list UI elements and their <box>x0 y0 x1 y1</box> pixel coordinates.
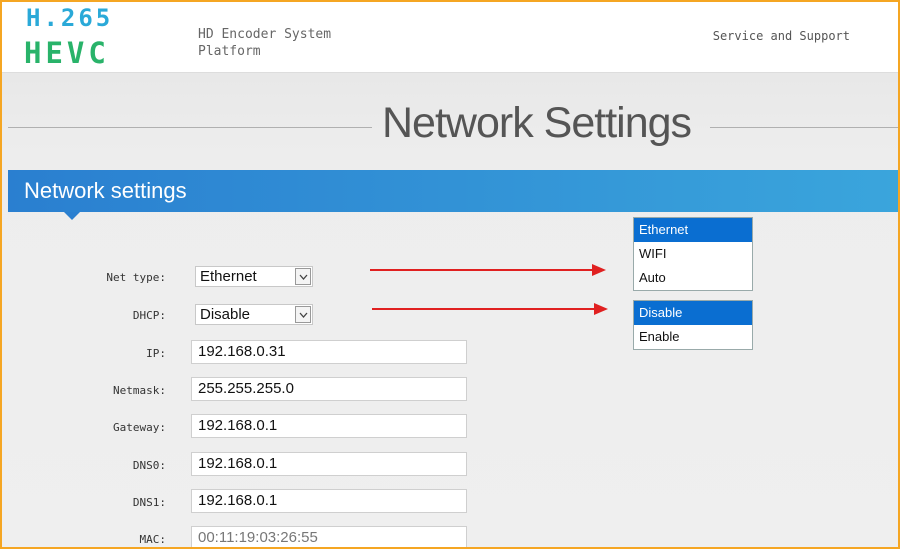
net-type-label: Net type: <box>106 271 166 284</box>
dns0-input[interactable]: 192.168.0.1 <box>191 452 467 476</box>
netmask-label: Netmask: <box>113 384 166 397</box>
platform-title: HD Encoder System Platform <box>198 27 332 59</box>
section-title: Network settings <box>24 178 187 203</box>
option-wifi[interactable]: WIFI <box>634 242 752 266</box>
red-arrow-icon <box>372 303 608 315</box>
option-enable[interactable]: Enable <box>634 325 752 349</box>
dhcp-label: DHCP: <box>132 309 166 322</box>
chevron-down-icon[interactable] <box>295 268 311 285</box>
logo-h265: H.265 <box>26 4 114 32</box>
logo-hevc: HEVC <box>24 36 110 70</box>
dns1-input[interactable]: 192.168.0.1 <box>191 489 467 513</box>
ip-label: IP: <box>146 347 166 360</box>
netmask-input[interactable]: 255.255.255.0 <box>191 377 467 401</box>
net-type-options-list: Ethernet WIFI Auto <box>633 217 753 291</box>
section-notch <box>64 212 80 220</box>
dns0-label: DNS0: <box>132 459 166 472</box>
gateway-label: Gateway: <box>113 421 166 434</box>
dhcp-options-list: Disable Enable <box>633 300 753 350</box>
title-divider-right <box>710 127 898 128</box>
main-content: Network Settings Network settings Net ty… <box>2 73 898 547</box>
section-header: Network settings <box>8 170 898 220</box>
dns1-label: DNS1: <box>132 496 166 509</box>
ip-input[interactable]: 192.168.0.31 <box>191 340 467 364</box>
option-ethernet[interactable]: Ethernet <box>634 218 752 242</box>
option-disable[interactable]: Disable <box>634 301 752 325</box>
browser-frame: H.265 HEVC HD Encoder System Platform Se… <box>2 2 898 547</box>
page-title: Network Settings <box>382 99 692 147</box>
title-divider-left <box>8 127 372 128</box>
mac-label: MAC: <box>139 533 167 546</box>
dhcp-select[interactable]: Disable <box>195 304 313 325</box>
net-type-value: Ethernet <box>200 268 257 285</box>
service-support-link[interactable]: Service and Support <box>713 29 850 43</box>
mac-input: 00:11:19:03:26:55 <box>191 526 467 547</box>
net-type-select[interactable]: Ethernet <box>195 266 313 287</box>
chevron-down-icon[interactable] <box>295 306 311 323</box>
red-arrow-icon <box>370 264 606 276</box>
gateway-input[interactable]: 192.168.0.1 <box>191 414 467 438</box>
header: H.265 HEVC HD Encoder System Platform Se… <box>2 2 898 73</box>
option-auto[interactable]: Auto <box>634 266 752 290</box>
dhcp-value: Disable <box>200 306 251 323</box>
